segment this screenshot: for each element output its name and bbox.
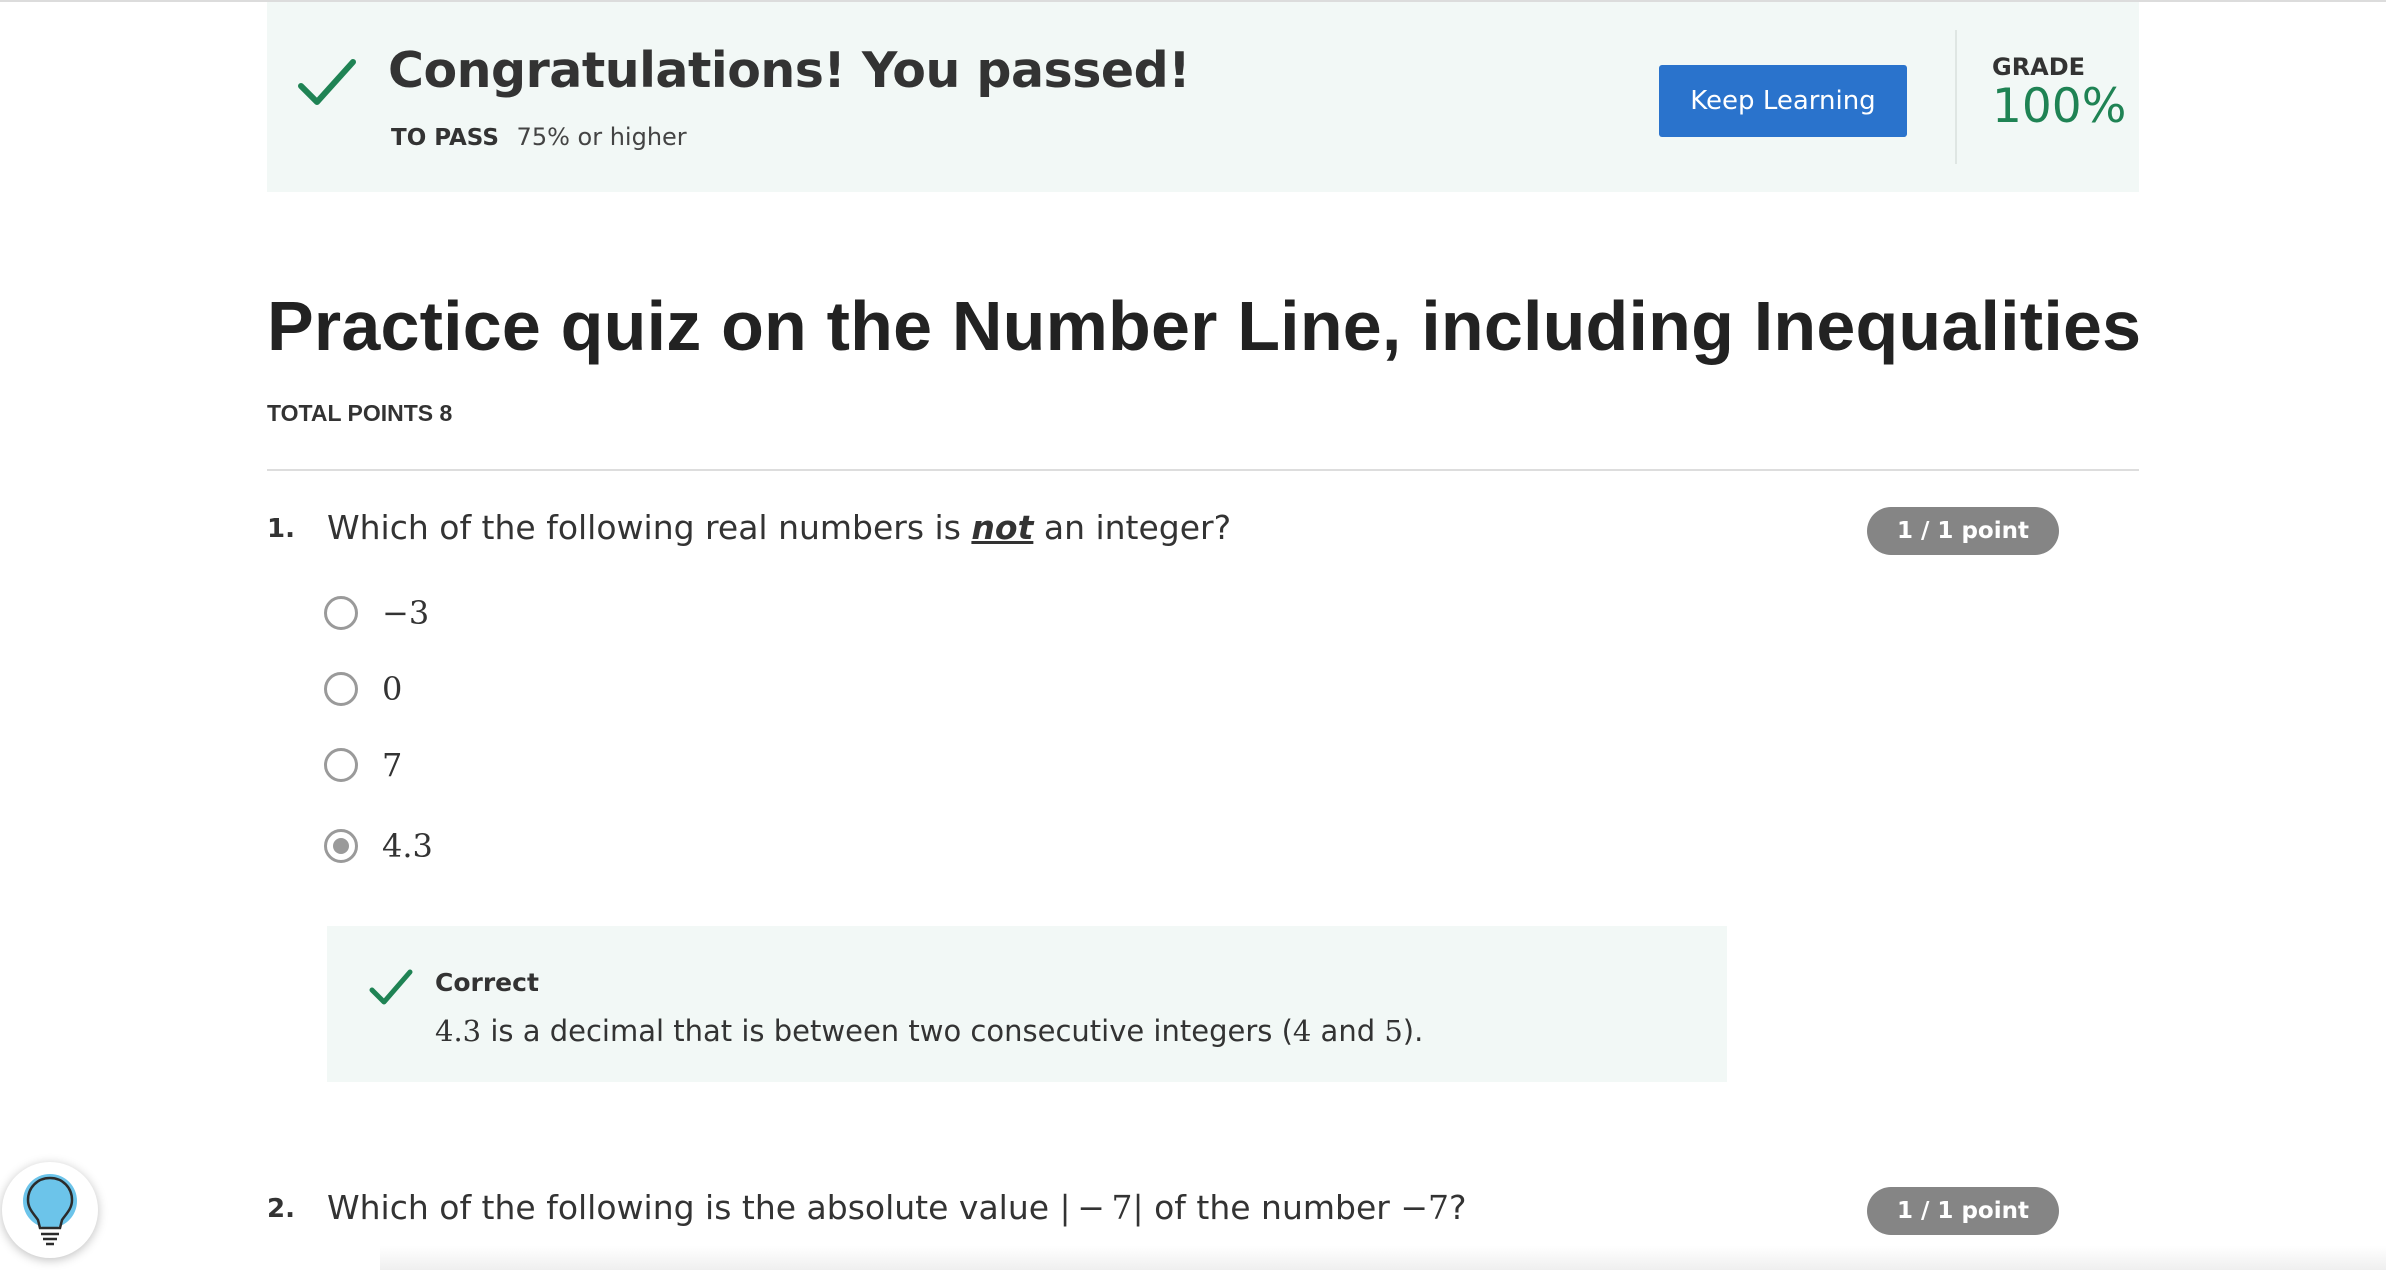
lightbulb-icon: [23, 1174, 77, 1246]
checkmark-icon: [369, 969, 413, 1005]
question-math: | − 7|: [1059, 1188, 1144, 1227]
option-label: 7: [382, 746, 403, 784]
feedback-box: Correct 4.3 is a decimal that is between…: [327, 926, 1727, 1082]
feedback-math: 4: [1292, 1014, 1312, 1048]
answer-option[interactable]: −3: [324, 591, 429, 635]
question-number: 2.: [267, 1194, 295, 1224]
grade-value: 100%: [1992, 79, 2127, 134]
pass-requirement: TO PASS 75% or higher: [391, 123, 687, 151]
question-text: Which of the following real numbers is n…: [327, 508, 1231, 547]
option-label: −3: [382, 594, 430, 632]
radio-button[interactable]: [324, 748, 358, 782]
total-points: TOTAL POINTS 8: [267, 400, 453, 426]
help-button[interactable]: [2, 1162, 98, 1258]
feedback-math: 4.3: [435, 1014, 482, 1048]
bottom-shadow: [380, 1246, 2386, 1270]
feedback-text-part: and: [1311, 1014, 1385, 1048]
question-text-part: of the number: [1143, 1188, 1401, 1227]
question-text-part: ?: [1449, 1188, 1467, 1227]
radio-button-selected[interactable]: [324, 829, 358, 863]
points-badge: 1 / 1 point: [1867, 507, 2059, 555]
feedback-title: Correct: [435, 968, 539, 997]
pass-title: Congratulations! You passed!: [388, 42, 1191, 99]
question-text-part: Which of the following is the absolute v…: [327, 1188, 1060, 1227]
question-text: Which of the following is the absolute v…: [327, 1188, 1467, 1227]
points-badge: 1 / 1 point: [1867, 1187, 2059, 1235]
divider: [267, 469, 2139, 471]
answer-option[interactable]: 0: [324, 667, 402, 711]
quiz-title: Practice quiz on the Number Line, includ…: [267, 287, 2142, 365]
pass-banner: Congratulations! You passed! TO PASS 75%…: [267, 2, 2139, 192]
checkmark-icon: [298, 59, 356, 105]
answer-option[interactable]: 7: [324, 743, 402, 787]
grade-label: GRADE: [1992, 53, 2086, 81]
feedback-text: 4.3 is a decimal that is between two con…: [435, 1014, 1423, 1048]
option-label: 4.3: [382, 827, 433, 865]
feedback-text-part: is a decimal that is between two consecu…: [481, 1014, 1293, 1048]
question-emphasis: not: [971, 508, 1034, 547]
banner-divider: [1955, 30, 1957, 164]
option-label: 0: [382, 670, 403, 708]
feedback-text-part: ).: [1402, 1014, 1424, 1048]
answer-option[interactable]: 4.3: [324, 824, 433, 868]
question-text-part: Which of the following real numbers is: [327, 508, 972, 547]
feedback-math: 5: [1384, 1014, 1403, 1048]
question-number: 1.: [267, 514, 295, 544]
to-pass-value: 75% or higher: [516, 123, 687, 151]
question-math: −7: [1400, 1188, 1449, 1227]
radio-button[interactable]: [324, 596, 358, 630]
to-pass-label: TO PASS: [391, 125, 499, 151]
radio-button[interactable]: [324, 672, 358, 706]
keep-learning-button[interactable]: Keep Learning: [1659, 65, 1907, 137]
question-text-part: an integer?: [1033, 508, 1232, 547]
